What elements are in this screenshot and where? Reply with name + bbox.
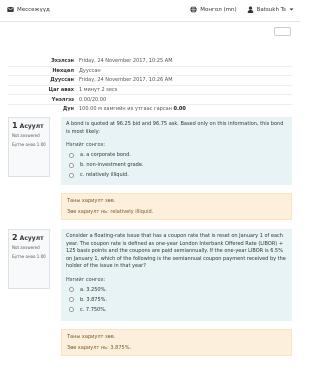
question-grade: Бүтэн оноо 1.00 — [12, 142, 46, 147]
answer-option[interactable]: c. relatively illiquid. — [66, 172, 287, 178]
summary-label: Дүн — [62, 106, 74, 113]
correct-answer: Зөв хариулт нь: relatively illiquid. — [67, 209, 154, 215]
language-menu[interactable]: Монгол (mn) — [200, 7, 236, 13]
question-number-label: Асуулт — [19, 235, 44, 242]
option-label: c. 7.750%. — [80, 306, 107, 313]
summary-label: Эхэлсэн — [51, 57, 74, 64]
radio-button[interactable] — [69, 287, 74, 292]
question-text: A bond is quoted at 96.25 bid and 96.75 … — [66, 121, 284, 135]
radio-button[interactable] — [69, 307, 74, 312]
question-number: 2 Асуулт — [12, 233, 46, 242]
option-label: b. 3.875%. — [80, 296, 108, 303]
question-text: Consider a floating-rate issue that has … — [66, 233, 286, 269]
question-feedback: Таны хариулт зөв. Зөв хариулт нь: relati… — [61, 193, 292, 220]
feedback-title: Таны хариулт зөв. — [67, 198, 116, 204]
question-info: 2 Асуулт Not answered Бүтэн оноо 1.00 — [8, 229, 50, 289]
option-label: a. 3.250%. — [80, 286, 107, 293]
radio-button[interactable] — [69, 172, 74, 178]
question-number-label: Асуулт — [19, 123, 44, 130]
navigation-toggle-button[interactable] — [274, 27, 291, 36]
question-number-value: 2 — [12, 233, 18, 242]
summary-label: Нөхцөл — [52, 67, 74, 74]
quiz-summary-table: Эхэлсэн Friday, 24 November 2017, 10:25 … — [8, 56, 292, 114]
question-number: 1 Асуулт — [12, 121, 46, 130]
answer-option[interactable]: b. non-investment grade. — [66, 162, 287, 168]
summary-value: 0.00/20.00 — [79, 96, 107, 103]
user-icon — [247, 6, 253, 13]
summary-row-state: Нөхцөл Дууссан — [8, 65, 292, 76]
top-navbar: Мессежүүд Монгол (mn) Batsukh Ts — [0, 0, 300, 22]
option-label: a. a corporate bond. — [80, 152, 131, 158]
radio-button[interactable] — [69, 152, 74, 158]
summary-value: Friday, 24 November 2017, 10:25 AM — [79, 57, 173, 64]
option-label: c. relatively illiquid. — [80, 172, 129, 178]
summary-row-marks: Үнэлгээ 0.00/20.00 — [8, 94, 292, 104]
answer-option[interactable]: a. a corporate bond. — [66, 152, 287, 158]
messages-link[interactable]: Мессежүүд — [7, 6, 50, 13]
question-content: A bond is quoted at 96.25 bid and 96.75 … — [61, 117, 292, 220]
summary-row-started: Эхэлсэн Friday, 24 November 2017, 10:25 … — [8, 56, 292, 66]
summary-label: Үнэлгээ — [51, 96, 74, 103]
grade-text: 100.00 м хамгийн их утгаас гарсан — [79, 106, 172, 113]
answer-prompt: Нэгийг сонгох: — [66, 276, 106, 283]
summary-value: Friday, 24 November 2017, 10:26 AM — [79, 77, 173, 84]
summary-value: 100.00 м хамгийн их утгаас гарсан 0.00 — [79, 106, 292, 112]
summary-row-completed: Дууссан Friday, 24 November 2017, 10:26 … — [8, 75, 292, 85]
question-state: Not answered — [12, 133, 40, 138]
feedback-title: Таны хариулт зөв. — [67, 334, 116, 340]
messages-label: Мессежүүд — [17, 6, 50, 13]
radio-button[interactable] — [69, 162, 74, 168]
answer-option[interactable]: b. 3.875%. — [66, 297, 287, 303]
summary-value: Дууссан — [79, 67, 101, 74]
grade-value: 0.00 — [173, 106, 186, 113]
globe-icon — [190, 6, 197, 13]
question-number-value: 1 — [12, 121, 18, 130]
caret-down-icon[interactable] — [289, 7, 294, 12]
correct-answer: Зөв хариулт нь: 3.875%. — [67, 345, 132, 351]
summary-row-time-taken: Цаг авах 1 минут 2 secs — [8, 84, 292, 95]
message-icon — [7, 7, 14, 12]
question-content: Consider a floating-rate issue that has … — [61, 229, 292, 356]
summary-label: Цаг авах — [48, 87, 74, 94]
summary-row-grade: Дүн 100.00 м хамгийн их утгаас гарсан 0.… — [8, 103, 292, 114]
question-formulation: A bond is quoted at 96.25 bid and 96.75 … — [61, 117, 292, 185]
option-label: b. non-investment grade. — [80, 162, 144, 168]
question-info: 1 Асуулт Not answered Бүтэн оноо 1.00 — [8, 117, 50, 177]
answer-option[interactable]: a. 3.250%. — [66, 287, 287, 293]
answer-option[interactable]: c. 7.750%. — [66, 307, 287, 313]
answer-prompt: Нэгийг сонгох: — [66, 142, 106, 148]
question-feedback: Таны хариулт зөв. Зөв хариулт нь: 3.875%… — [61, 329, 292, 356]
summary-label: Дууссан — [50, 77, 74, 84]
question-grade: Бүтэн оноо 1.00 — [12, 254, 46, 259]
radio-button[interactable] — [69, 297, 74, 302]
question-formulation: Consider a floating-rate issue that has … — [61, 229, 292, 321]
user-menu[interactable]: Batsukh Ts — [257, 7, 286, 13]
summary-value: 1 минут 2 secs — [79, 87, 118, 94]
question-state: Not answered — [12, 245, 40, 250]
